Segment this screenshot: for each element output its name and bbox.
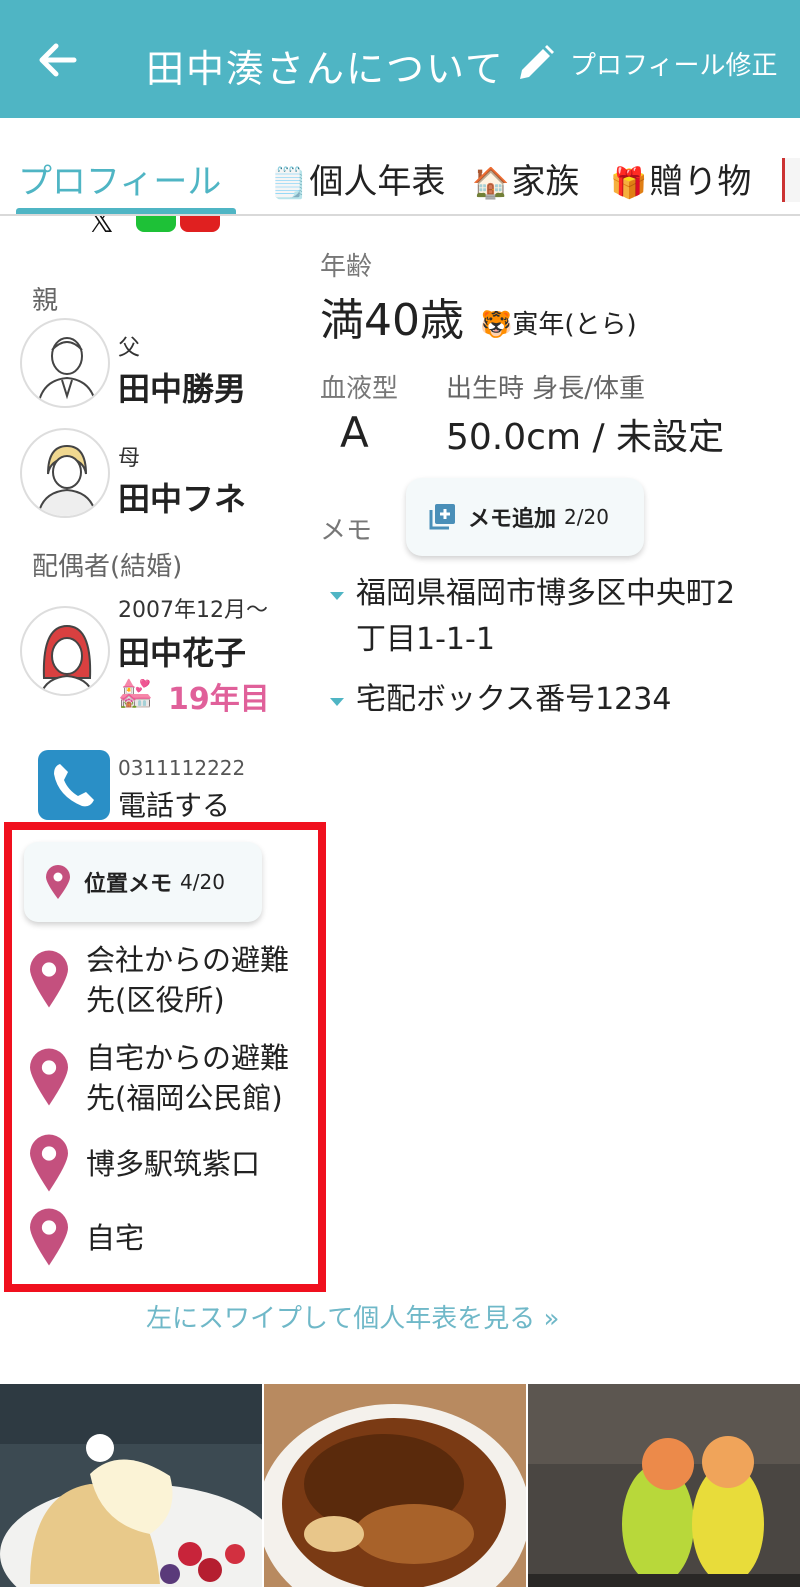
mother-name[interactable]: 田中フネ <box>118 474 246 520</box>
tab-gifts[interactable]: 🎁贈り物 <box>610 154 751 203</box>
marriage-years: 19年目 <box>168 682 270 717</box>
tab-personal-timeline-label: 個人年表 <box>309 162 446 202</box>
location-pin-icon <box>30 1134 68 1192</box>
location-item-line1: 博多駅筑紫口 <box>86 1147 261 1181</box>
add-memo-button[interactable]: メモ追加 2/20 <box>406 478 644 556</box>
location-pin-icon <box>30 1048 68 1106</box>
location-pin-icon <box>30 1208 68 1266</box>
location-pin-icon <box>46 865 70 899</box>
zodiac-value: 🐯寅年(とら) <box>480 310 637 340</box>
gift-icon: 🎁 <box>610 166 648 201</box>
photo-apple-pie[interactable] <box>264 1384 526 1587</box>
tab-profile-label: プロフィール <box>18 162 222 202</box>
tab-family[interactable]: 🏠家族 <box>472 154 579 203</box>
social-links: 𝕏 <box>88 216 228 234</box>
location-item-line2: 先(福岡公民館) <box>86 1081 283 1115</box>
location-item[interactable]: 会社からの避難 先(区役所) <box>30 940 320 1024</box>
memo-item[interactable]: 宅配ボックス番号1234 <box>330 678 790 724</box>
location-item[interactable]: 自宅からの避難 先(福岡公民館) <box>30 1038 320 1122</box>
add-note-icon <box>429 504 455 530</box>
photo-lovebirds[interactable] <box>528 1384 800 1587</box>
parents-label: 親 <box>32 286 59 316</box>
location-item-line1: 会社からの避難 <box>86 943 290 977</box>
location-memo-button[interactable]: 位置メモ 4/20 <box>24 842 262 922</box>
tab-personal-timeline[interactable]: 🗒️個人年表 <box>270 154 445 203</box>
app-bar: 田中湊さんについて プロフィール修正 <box>0 0 800 118</box>
location-item-line2: 先(区役所) <box>86 983 225 1017</box>
spouse-since: 2007年12月～ <box>118 598 268 623</box>
birth-size-label: 出生時 身長/体重 <box>446 374 646 404</box>
spouse-label: 配偶者(結婚) <box>32 552 183 582</box>
memo-label: メモ <box>320 516 373 546</box>
phone-number: 0311112222 <box>118 756 246 780</box>
location-item[interactable]: 博多駅筑紫口 <box>30 1134 320 1194</box>
notepad-icon: 🗒️ <box>270 166 308 201</box>
birth-size-value: 50.0cm / 未設定 <box>446 417 725 458</box>
wedding-chapel-icon: 💒 <box>118 676 153 709</box>
location-memo-label: 位置メモ <box>84 872 173 897</box>
swipe-hint[interactable]: 左にスワイプして個人年表を見る » <box>146 1298 559 1335</box>
age-label: 年齢 <box>320 252 373 282</box>
location-pin-icon <box>30 950 68 1008</box>
tab-family-label: 家族 <box>511 162 580 202</box>
location-item[interactable]: 自宅 <box>30 1208 320 1268</box>
memo-item-line1: 宅配ボックス番号1234 <box>356 682 672 717</box>
tab-profile[interactable]: プロフィール <box>18 154 221 203</box>
edit-profile-label: プロフィール修正 <box>570 50 778 81</box>
youtube-icon[interactable] <box>180 216 220 232</box>
edit-profile-button[interactable]: プロフィール修正 <box>516 38 777 88</box>
memo-item[interactable]: 福岡県福岡市博多区中央町2 丁目1-1-1 <box>330 572 790 662</box>
next-tab-icon[interactable] <box>782 158 800 202</box>
memo-item-line1: 福岡県福岡市博多区中央町2 <box>356 576 736 611</box>
house-icon: 🏠 <box>472 166 510 201</box>
tab-gifts-label: 贈り物 <box>649 162 752 202</box>
father-name[interactable]: 田中勝男 <box>118 364 246 410</box>
spouse-avatar[interactable] <box>20 606 110 696</box>
spouse-name[interactable]: 田中花子 <box>118 628 246 674</box>
memo-item-line2: 丁目1-1-1 <box>356 622 495 657</box>
father-relation: 父 <box>118 336 141 361</box>
blood-type-label: 血液型 <box>320 374 399 404</box>
add-memo-label: メモ追加 <box>468 507 557 532</box>
back-arrow-icon[interactable] <box>34 36 82 84</box>
page-title: 田中湊さんについて <box>146 47 505 91</box>
photo-pancakes[interactable] <box>0 1384 262 1587</box>
blood-type-value: A <box>340 408 369 457</box>
active-tab-indicator <box>16 208 236 214</box>
expand-triangle-icon <box>330 698 344 706</box>
phone-icon[interactable] <box>38 750 110 820</box>
expand-triangle-icon <box>330 592 344 600</box>
age-value: 満40歳 <box>320 295 464 346</box>
father-avatar[interactable] <box>20 318 110 408</box>
memo-count: 2/20 <box>564 505 609 529</box>
mother-relation: 母 <box>118 446 141 471</box>
location-item-line1: 自宅 <box>86 1221 145 1255</box>
location-item-line1: 自宅からの避難 <box>86 1041 290 1075</box>
line-icon[interactable] <box>136 216 176 232</box>
pencil-icon <box>520 45 554 79</box>
tab-bar: プロフィール 🗒️個人年表 🏠家族 🎁贈り物 <box>0 118 800 216</box>
call-button[interactable]: 電話する <box>118 784 230 824</box>
photo-strip <box>0 1384 800 1587</box>
x-icon[interactable]: 𝕏 <box>88 216 114 234</box>
location-memo-count: 4/20 <box>180 870 225 894</box>
mother-avatar[interactable] <box>20 428 110 518</box>
